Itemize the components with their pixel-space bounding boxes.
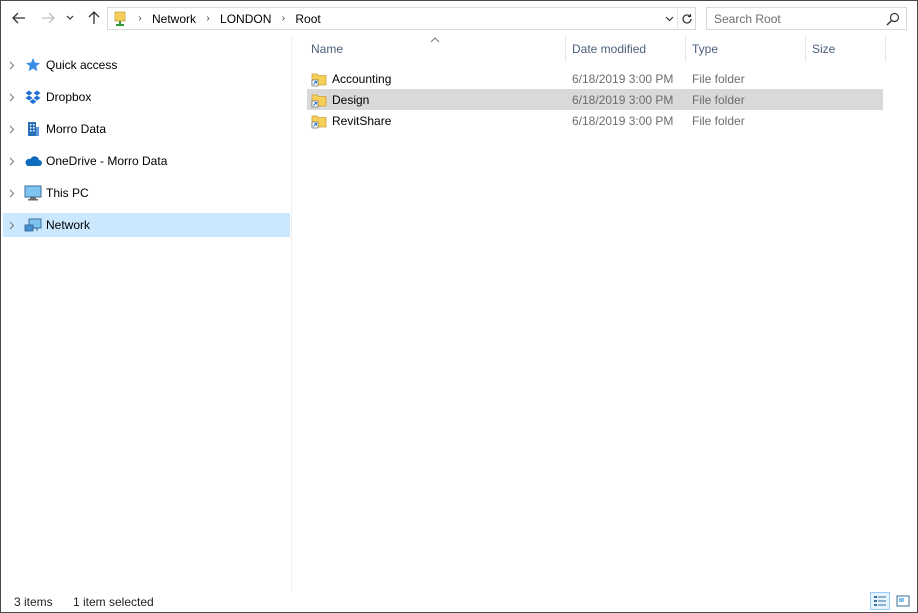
cloud-icon (23, 151, 43, 171)
expand-chevron-icon[interactable] (3, 181, 21, 205)
file-name-cell: Design (311, 89, 369, 110)
up-button[interactable] (84, 7, 104, 29)
nav-label: This PC (46, 186, 89, 200)
search-icon[interactable] (886, 12, 900, 26)
forward-button[interactable] (38, 7, 58, 29)
column-name-label: Name (311, 42, 344, 56)
network-location-icon (110, 8, 132, 29)
recent-locations-button[interactable] (63, 7, 77, 29)
column-date-label: Date modified (572, 42, 647, 56)
column-name[interactable]: Name (305, 36, 566, 62)
nav-item-network[interactable]: Network (3, 213, 290, 237)
breadcrumb: › Network › LONDON › Root (108, 8, 325, 29)
status-bar: 3 items 1 item selected (1, 591, 917, 612)
expand-chevron-icon[interactable] (3, 117, 21, 141)
shared-folder-icon (311, 71, 327, 87)
address-dropdown-button[interactable] (661, 8, 677, 29)
search-box[interactable] (706, 7, 907, 30)
up-arrow-icon (88, 11, 100, 24)
file-type: File folder (692, 92, 745, 107)
file-list: Accounting 6/18/2019 3:00 PM File folder… (307, 68, 883, 131)
nav-label: Quick access (46, 58, 118, 72)
file-row-accounting[interactable]: Accounting 6/18/2019 3:00 PM File folder (307, 68, 883, 89)
selection-count: 1 item selected (73, 595, 154, 609)
file-name: Accounting (332, 71, 392, 86)
network-icon (23, 215, 43, 235)
file-list-pane: Name Date modified Type Size Accounting … (293, 36, 917, 591)
column-size[interactable]: Size (806, 36, 886, 62)
refresh-icon (681, 13, 692, 24)
column-type-label: Type (692, 42, 719, 56)
nav-item-this-pc[interactable]: This PC (3, 181, 290, 205)
large-icons-view-button[interactable] (893, 592, 913, 610)
item-count: 3 items (14, 595, 53, 609)
details-view-icon (874, 596, 886, 606)
file-name: RevitShare (332, 113, 392, 128)
file-type: File folder (692, 71, 745, 86)
expand-chevron-icon[interactable] (3, 213, 21, 237)
file-date: 6/18/2019 3:00 PM (572, 92, 674, 107)
building-icon (23, 119, 43, 139)
back-button[interactable] (9, 7, 29, 29)
chevron-down-icon (665, 16, 673, 21)
column-size-label: Size (812, 42, 836, 56)
forward-arrow-icon (42, 12, 55, 24)
file-date: 6/18/2019 3:00 PM (572, 113, 674, 128)
nav-item-dropbox[interactable]: Dropbox (3, 85, 290, 109)
breadcrumb-root[interactable]: Root (291, 12, 324, 26)
nav-label: OneDrive - Morro Data (46, 154, 168, 168)
star-icon (23, 55, 43, 75)
breadcrumb-separator-icon[interactable]: › (275, 13, 291, 24)
breadcrumb-separator-icon[interactable]: › (200, 13, 216, 24)
expand-chevron-icon[interactable] (3, 85, 21, 109)
back-arrow-icon (12, 12, 25, 24)
shared-folder-icon (311, 92, 327, 108)
file-explorer-window: › Network › LONDON › Root Quick access (0, 0, 918, 613)
nav-item-quick-access[interactable]: Quick access (3, 53, 290, 77)
file-type: File folder (692, 113, 745, 128)
column-type[interactable]: Type (686, 36, 806, 62)
breadcrumb-separator-icon[interactable]: › (132, 13, 148, 24)
breadcrumb-london[interactable]: LONDON (216, 12, 275, 26)
file-row-revitshare[interactable]: RevitShare 6/18/2019 3:00 PM File folder (307, 110, 883, 131)
expand-chevron-icon[interactable] (3, 149, 21, 173)
file-date: 6/18/2019 3:00 PM (572, 71, 674, 86)
dropbox-icon (23, 87, 43, 107)
nav-label: Dropbox (46, 90, 92, 104)
file-row-design[interactable]: Design 6/18/2019 3:00 PM File folder (307, 89, 883, 110)
address-bar[interactable]: › Network › LONDON › Root (107, 7, 696, 30)
shared-folder-icon (311, 113, 327, 129)
monitor-icon (23, 183, 43, 203)
refresh-button[interactable] (677, 8, 695, 29)
breadcrumb-network[interactable]: Network (148, 12, 200, 26)
column-date-modified[interactable]: Date modified (566, 36, 686, 62)
nav-item-morro-data[interactable]: Morro Data (3, 117, 290, 141)
nav-label: Morro Data (46, 122, 107, 136)
nav-item-onedrive[interactable]: OneDrive - Morro Data (3, 149, 290, 173)
nav-label: Network (46, 218, 91, 232)
expand-chevron-icon[interactable] (3, 53, 21, 77)
file-name: Design (332, 92, 370, 107)
file-name-cell: RevitShare (311, 110, 391, 131)
file-name-cell: Accounting (311, 68, 391, 89)
details-view-button[interactable] (870, 592, 890, 610)
address-row: › Network › LONDON › Root (1, 1, 917, 36)
search-input[interactable] (707, 8, 883, 29)
large-icons-view-icon (896, 595, 910, 607)
column-header: Name Date modified Type Size (293, 36, 917, 62)
navigation-pane: Quick access Dropbox Morro Data OneDrive… (1, 36, 292, 591)
chevron-down-icon (66, 15, 74, 20)
